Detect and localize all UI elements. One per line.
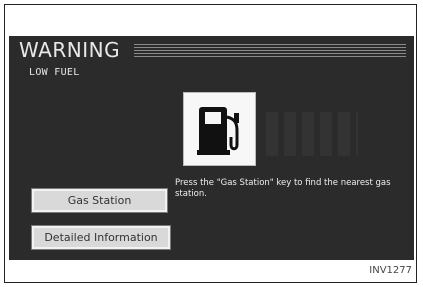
fuel-pump-tile [183,92,256,166]
figure-code: INV1277 [369,265,412,276]
warning-title: WARNING [19,38,121,62]
fuel-pump-icon [197,107,239,155]
detailed-information-button[interactable]: Detailed Information [31,225,171,250]
warning-subtitle: LOW FUEL [29,67,80,78]
instruction-message: Press the "Gas Station" key to find the … [175,178,391,199]
gas-station-button[interactable]: Gas Station [31,188,168,213]
title-rule-lines [134,44,406,58]
background-graphic [266,112,358,156]
